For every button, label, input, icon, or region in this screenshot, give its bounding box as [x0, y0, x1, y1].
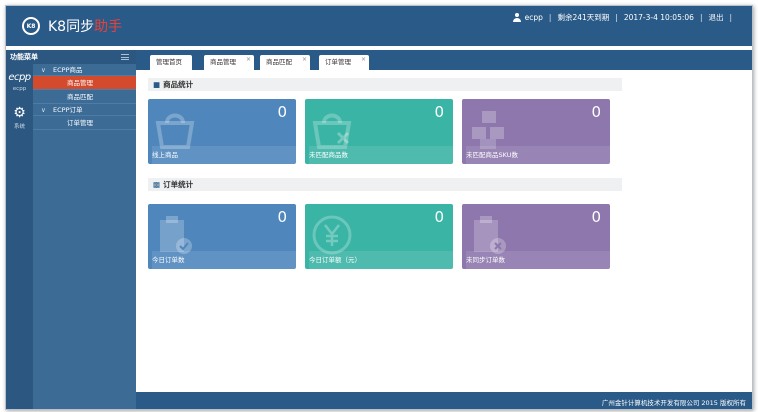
- stat-card-unmatched-products[interactable]: 0 未匹配商品数: [305, 99, 453, 164]
- order-stats-title: ▩ 订单统计: [148, 178, 622, 191]
- sidebar-title: 功能菜单: [10, 53, 38, 61]
- clipboard-x-icon: [474, 216, 506, 254]
- separator: |: [729, 13, 732, 22]
- top-bar: ecpp | 剩余241天到期 | 2017-3-4 10:05:06 | 退出…: [513, 12, 738, 23]
- stat-label: 未匹配商品SKU数: [466, 146, 610, 164]
- close-icon[interactable]: ×: [246, 52, 251, 67]
- footer: 广州金针计算机技术开发有限公司 2015 版权所有: [136, 392, 752, 409]
- rail-ecpp-label: ecpp: [12, 86, 27, 92]
- nav-group-label: ECPP订单: [53, 106, 83, 114]
- user-icon: [513, 13, 522, 22]
- tab-product-matching[interactable]: 商品匹配 ×: [260, 55, 310, 70]
- stat-label: 线上商品: [152, 146, 296, 164]
- stat-card-online-products[interactable]: 0 线上商品: [148, 99, 296, 164]
- separator: |: [699, 13, 703, 22]
- yuan-coin-icon: [312, 215, 352, 255]
- stat-card-today-sales[interactable]: 0 今日订单额（元）: [305, 204, 453, 269]
- app-window: K8 K8同步助手 ecpp | 剩余241天到期 | 2017-3-4 10:…: [5, 5, 753, 410]
- k8-logo-icon: K8: [22, 17, 40, 35]
- logo-icon-text: K8: [26, 22, 36, 30]
- stat-value: 0: [277, 208, 287, 226]
- close-icon[interactable]: ×: [361, 52, 366, 67]
- nav-menu: ∨ ECPP商品 商品管理 商品匹配 ∨ ECPP订单 订单管理: [33, 64, 136, 130]
- tab-home[interactable]: 管理首页: [150, 55, 192, 70]
- nav-group-ecpp-products[interactable]: ∨ ECPP商品: [33, 64, 136, 76]
- section-title-text: 商品统计: [163, 80, 194, 89]
- nav-item-product-matching[interactable]: 商品匹配: [33, 90, 136, 104]
- tab-label: 订单管理: [325, 58, 351, 66]
- stat-value: 0: [591, 103, 601, 121]
- gear-icon[interactable]: ⚙: [6, 106, 33, 120]
- app-header: K8 K8同步助手 ecpp | 剩余241天到期 | 2017-3-4 10:…: [6, 6, 752, 46]
- boxes-icon: [472, 111, 504, 149]
- nav-item-order-management[interactable]: 订单管理: [33, 116, 136, 130]
- menu-toggle-icon[interactable]: [121, 54, 129, 60]
- product-stats-title: ■ 商品统计: [148, 78, 622, 91]
- stat-card-unmatched-sku[interactable]: 0 未匹配商品SKU数: [462, 99, 610, 164]
- stat-value: 0: [591, 208, 601, 226]
- separator: |: [615, 13, 618, 22]
- close-icon[interactable]: ×: [302, 52, 307, 67]
- ecpp-logo-icon[interactable]: ecpp: [6, 72, 33, 83]
- stat-card-today-orders[interactable]: 0 今日订单数: [148, 204, 296, 269]
- user-icon: ■: [153, 80, 161, 89]
- shopping-bag-icon: [155, 113, 195, 149]
- stat-label: 未同步订单数: [466, 251, 610, 269]
- stat-value: 0: [434, 103, 444, 121]
- license-remaining: 剩余241天到期: [557, 13, 610, 22]
- username[interactable]: ecpp: [525, 13, 543, 22]
- stat-label: 未匹配商品数: [309, 146, 453, 164]
- app-title: K8同步助手: [48, 16, 122, 36]
- app-logo: K8 K8同步助手: [22, 14, 122, 38]
- chevron-down-icon: ∨: [41, 66, 46, 74]
- stat-value: 0: [277, 103, 287, 121]
- bar-chart-icon: ▩: [153, 180, 161, 189]
- tab-label: 商品管理: [210, 58, 236, 66]
- copyright-text: 广州金针计算机技术开发有限公司 2015 版权所有: [601, 399, 746, 407]
- tab-bar: 管理首页 商品管理 × 商品匹配 × 订单管理 ×: [136, 50, 752, 70]
- separator: |: [548, 13, 552, 22]
- stat-label: 今日订单数: [152, 251, 296, 269]
- nav-group-label: ECPP商品: [53, 66, 83, 74]
- sidebar-header: 功能菜单: [6, 50, 136, 64]
- datetime: 2017-3-4 10:05:06: [623, 13, 694, 22]
- chevron-down-icon: ∨: [41, 106, 46, 114]
- nav-group-ecpp-orders[interactable]: ∨ ECPP订单: [33, 104, 136, 116]
- stat-label: 今日订单额（元）: [309, 251, 453, 269]
- icon-rail: ecpp ecpp ⚙ 系统: [6, 64, 33, 409]
- nav-item-product-management[interactable]: 商品管理: [33, 76, 136, 90]
- stat-value: 0: [434, 208, 444, 226]
- tab-product-management[interactable]: 商品管理 ×: [204, 55, 254, 70]
- rail-system-label: 系统: [13, 124, 25, 130]
- app-title-accent: 助手: [94, 19, 123, 35]
- clipboard-check-icon: [160, 216, 192, 254]
- section-title-text: 订单统计: [163, 180, 194, 189]
- bag-x-icon: [312, 113, 352, 149]
- stat-card-unsynced-orders[interactable]: 0 未同步订单数: [462, 204, 610, 269]
- tab-label: 商品匹配: [266, 58, 292, 66]
- tab-order-management[interactable]: 订单管理 ×: [319, 55, 369, 70]
- sidebar: 功能菜单 ecpp ecpp ⚙ 系统 ∨ ECPP商品 商品管理 商品匹配 ∨ E…: [6, 50, 136, 409]
- main-content: ■ 商品统计 0 线上商品 0 未匹配商品数 0 未匹配商品SKU数 ▩ 订单统…: [136, 70, 752, 392]
- app-title-main: K8同步: [48, 19, 95, 35]
- logout-link[interactable]: 退出: [708, 12, 723, 23]
- tab-label: 管理首页: [156, 58, 182, 66]
